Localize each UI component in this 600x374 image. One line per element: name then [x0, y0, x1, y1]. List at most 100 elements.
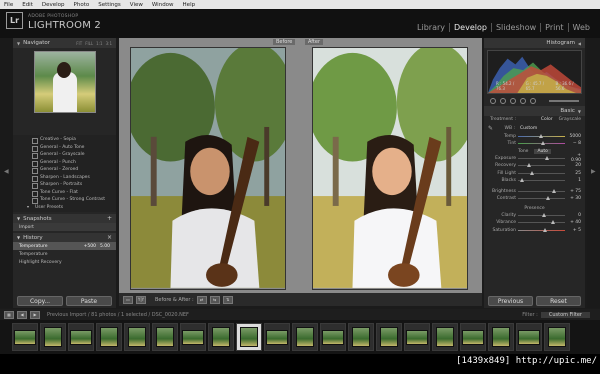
filmstrip-thumb[interactable] — [208, 323, 234, 351]
menu-develop[interactable]: Develop — [42, 2, 65, 8]
basic-header[interactable]: Basic ▼ — [484, 106, 585, 116]
filmstrip-thumb[interactable] — [292, 323, 318, 351]
reset-button[interactable]: Reset — [536, 296, 581, 306]
preset-item[interactable]: General - Zeroed — [13, 166, 116, 174]
module-print[interactable]: Print — [540, 23, 567, 32]
blacks-slider-row[interactable]: Blacks 1 — [484, 177, 585, 185]
filmstrip-thumb[interactable] — [264, 323, 290, 351]
nav-fill[interactable]: FILL — [85, 41, 93, 46]
filmstrip-thumb[interactable] — [432, 323, 458, 351]
loupe-view-icon[interactable]: ▭ — [123, 295, 133, 304]
nav-fit[interactable]: FIT — [76, 41, 82, 46]
menu-photo[interactable]: Photo — [74, 2, 90, 8]
histogram-header[interactable]: Histogram ◀ — [484, 38, 585, 48]
snapshot-item[interactable]: Import — [13, 223, 116, 231]
copy-button[interactable]: Copy... — [17, 296, 63, 306]
brightness-slider-row[interactable]: Brightness + 75 — [484, 188, 585, 196]
filmstrip-thumb[interactable] — [124, 323, 150, 351]
tool-amount-slider[interactable] — [549, 100, 579, 102]
graduated-filter-icon[interactable] — [520, 98, 526, 104]
filmstrip-thumb[interactable] — [488, 323, 514, 351]
vibrance-value[interactable]: + 40 — [567, 220, 581, 225]
filmstrip-thumb-selected[interactable] — [236, 323, 262, 351]
filmstrip-thumb[interactable] — [376, 323, 402, 351]
history-item[interactable]: Highlight Recovery — [13, 258, 116, 266]
clear-history-icon[interactable]: × — [107, 234, 112, 241]
preset-item[interactable]: Tone Curve - Strong Contrast — [13, 196, 116, 204]
tint-value[interactable]: − 8 — [567, 141, 581, 146]
navigator-preview[interactable] — [33, 51, 96, 113]
swap-icon[interactable]: ⇅ — [222, 295, 233, 304]
saturation-slider-row[interactable]: Saturation + 5 — [484, 227, 585, 235]
history-item[interactable]: Temperature +500 5.00 — [13, 242, 116, 250]
filmstrip-thumb[interactable] — [516, 323, 542, 351]
before-after-view-button[interactable]: Y|Y — [136, 295, 146, 304]
treatment-color[interactable]: Color — [541, 117, 553, 122]
menu-window[interactable]: Window — [152, 2, 174, 8]
brightness-value[interactable]: + 75 — [567, 189, 581, 194]
wb-select[interactable]: Custom — [520, 126, 537, 131]
filmstrip-thumb[interactable] — [460, 323, 486, 351]
navigator-header[interactable]: ▼ Navigator FIT FILL 1:1 3:1 — [13, 38, 116, 48]
filmstrip-thumb[interactable] — [180, 323, 206, 351]
filmstrip-thumb[interactable] — [544, 323, 570, 351]
snapshots-header[interactable]: ▼ Snapshots + — [13, 214, 116, 223]
filmstrip-thumb[interactable] — [152, 323, 178, 351]
clarity-slider-row[interactable]: Clarity 0 — [484, 212, 585, 220]
source-info[interactable]: Previous Import / 81 photos / 1 selected… — [47, 312, 189, 318]
history-item[interactable]: Temperature — [13, 250, 116, 258]
right-panel-toggle[interactable]: ▶ — [587, 38, 600, 308]
recovery-slider-row[interactable]: Recovery 20 — [484, 162, 585, 170]
filmstrip-thumb[interactable] — [320, 323, 346, 351]
module-develop[interactable]: Develop — [449, 23, 491, 32]
previous-button[interactable]: Previous — [488, 296, 533, 306]
exposure-slider-row[interactable]: Exposure + 0.90 — [484, 153, 585, 163]
adjustment-brush-icon[interactable] — [530, 98, 536, 104]
tint-slider-row[interactable]: Tint − 8 — [484, 140, 585, 148]
module-library[interactable]: Library — [413, 23, 449, 32]
preset-item[interactable]: Sharpen - Portraits — [13, 181, 116, 189]
vibrance-slider-row[interactable]: Vibrance + 40 — [484, 219, 585, 227]
clarity-value[interactable]: 0 — [567, 213, 581, 218]
preset-item[interactable]: General - Auto Tone — [13, 144, 116, 151]
preset-item[interactable]: General - Grayscale — [13, 151, 116, 159]
grid-view-icon[interactable]: ▦ — [4, 310, 14, 319]
fill-light-value[interactable]: 25 — [567, 171, 581, 176]
menu-edit[interactable]: Edit — [22, 2, 33, 8]
treatment-grayscale[interactable]: Grayscale — [559, 117, 581, 122]
auto-tone-button[interactable]: Auto — [534, 148, 551, 154]
preset-item[interactable]: General - Punch — [13, 159, 116, 166]
filmstrip-thumb[interactable] — [12, 323, 38, 351]
nav-3to1[interactable]: 3:1 — [106, 41, 112, 46]
filter-select[interactable]: Custom Filter — [540, 311, 590, 318]
left-panel-toggle[interactable]: ◀ — [0, 38, 13, 308]
module-slideshow[interactable]: Slideshow — [490, 23, 540, 32]
temp-value[interactable]: 5000 — [567, 134, 581, 139]
preset-item[interactable]: Creative - Sepia — [13, 136, 116, 144]
add-snapshot-icon[interactable]: + — [107, 215, 112, 222]
eyedropper-icon[interactable]: ✎ — [488, 125, 493, 132]
filmstrip-thumb[interactable] — [40, 323, 66, 351]
menu-view[interactable]: View — [130, 2, 143, 8]
preset-item[interactable]: Sharpen - Landscapes — [13, 174, 116, 181]
fill-light-slider-row[interactable]: Fill Light 25 — [484, 170, 585, 178]
history-header[interactable]: ▼ History × — [13, 233, 116, 242]
after-photo[interactable] — [312, 47, 468, 290]
preset-item[interactable]: Tone Curve - Flat — [13, 189, 116, 196]
filmstrip-thumb[interactable] — [96, 323, 122, 351]
menu-file[interactable]: File — [4, 2, 13, 8]
back-icon[interactable]: ◀ — [17, 310, 27, 319]
temp-slider-row[interactable]: Temp 5000 — [484, 133, 585, 141]
red-eye-icon[interactable] — [510, 98, 516, 104]
filmstrip-thumb[interactable] — [68, 323, 94, 351]
filmstrip-thumb[interactable] — [348, 323, 374, 351]
copy-before-to-after-icon[interactable]: ⇄ — [196, 295, 207, 304]
forward-icon[interactable]: ▶ — [30, 310, 40, 319]
saturation-value[interactable]: + 5 — [567, 228, 581, 233]
blacks-value[interactable]: 1 — [567, 178, 581, 183]
module-web[interactable]: Web — [567, 23, 594, 32]
contrast-value[interactable]: + 30 — [567, 196, 581, 201]
filmstrip-thumb[interactable] — [404, 323, 430, 351]
exposure-value[interactable]: + 0.90 — [567, 153, 581, 163]
menu-help[interactable]: Help — [183, 2, 196, 8]
